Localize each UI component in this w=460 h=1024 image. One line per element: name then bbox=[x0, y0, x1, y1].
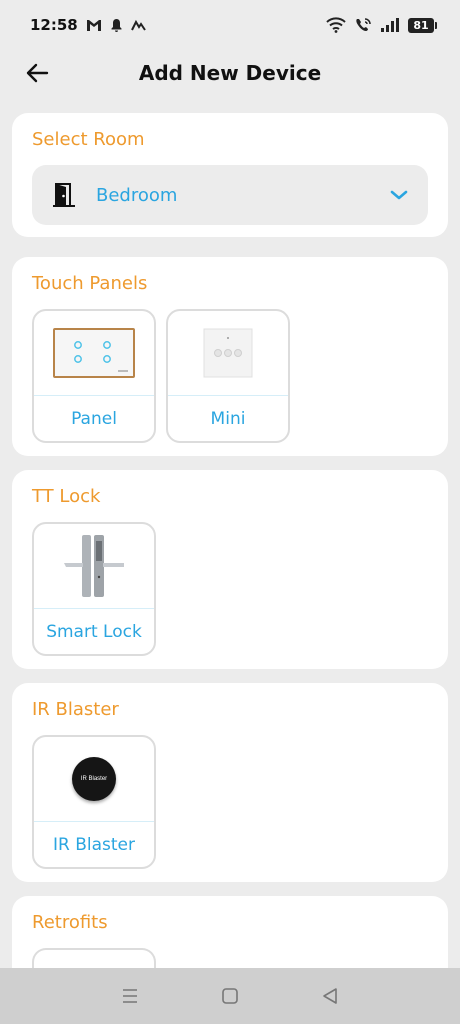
device-tile-panel[interactable]: Panel bbox=[32, 309, 156, 443]
ir-blaster-image-text: IR Blaster bbox=[80, 776, 108, 782]
touch-panels-title: Touch Panels bbox=[32, 273, 148, 294]
ir-blaster-card: IR Blaster IR Blaster IR Blaster bbox=[12, 683, 448, 882]
ir-blaster-title: IR Blaster bbox=[32, 699, 119, 720]
status-left: 12:58 bbox=[30, 16, 147, 34]
touch-panel-image bbox=[34, 311, 154, 396]
back-arrow-icon bbox=[25, 63, 49, 83]
select-room-card: Select Room Bedroom bbox=[12, 113, 448, 237]
wifi-icon bbox=[326, 17, 346, 33]
door-icon bbox=[52, 182, 76, 208]
smart-lock-image bbox=[34, 524, 154, 609]
tile-label: Panel bbox=[71, 408, 117, 429]
room-value: Bedroom bbox=[96, 184, 178, 206]
tile-label: IR Blaster bbox=[52, 834, 135, 855]
wifi-calling-icon bbox=[354, 17, 372, 33]
back-nav-button[interactable] bbox=[315, 981, 345, 1011]
app-icon bbox=[130, 19, 147, 31]
status-time: 12:58 bbox=[30, 16, 78, 34]
page-title: Add New Device bbox=[138, 61, 322, 85]
home-square-icon bbox=[221, 987, 239, 1005]
touch-panels-card: Touch Panels Panel Mini bbox=[12, 257, 448, 456]
signal-icon bbox=[380, 17, 400, 33]
select-room-title: Select Room bbox=[32, 129, 145, 150]
system-nav-bar bbox=[0, 968, 460, 1024]
device-tile-mini[interactable]: Mini bbox=[166, 309, 290, 443]
chevron-down-icon bbox=[390, 189, 408, 201]
menu-button[interactable] bbox=[115, 981, 145, 1011]
battery-icon: 81 bbox=[408, 17, 437, 33]
status-bar: 12:58 81 bbox=[0, 0, 460, 50]
tt-lock-tiles: Smart Lock bbox=[32, 522, 156, 656]
ir-blaster-tiles: IR Blaster IR Blaster bbox=[32, 735, 156, 869]
status-right: 81 bbox=[326, 17, 437, 33]
room-dropdown[interactable]: Bedroom bbox=[32, 165, 428, 225]
home-button[interactable] bbox=[215, 981, 245, 1011]
back-button[interactable] bbox=[22, 58, 52, 88]
gmail-icon bbox=[86, 19, 102, 32]
notification-bell-icon bbox=[110, 18, 123, 32]
back-triangle-icon bbox=[321, 987, 339, 1005]
menu-icon bbox=[121, 988, 139, 1004]
touch-panels-tiles: Panel Mini bbox=[32, 309, 290, 443]
device-tile-smart-lock[interactable]: Smart Lock bbox=[32, 522, 156, 656]
tile-label: Mini bbox=[210, 408, 246, 429]
device-tile-ir-blaster[interactable]: IR Blaster IR Blaster bbox=[32, 735, 156, 869]
tile-label: Smart Lock bbox=[46, 621, 142, 642]
tt-lock-card: TT Lock Smart Lock bbox=[12, 470, 448, 669]
retrofits-title: Retrofits bbox=[32, 912, 108, 933]
mini-panel-image bbox=[168, 311, 288, 396]
tt-lock-title: TT Lock bbox=[32, 486, 101, 507]
app-header: Add New Device bbox=[0, 50, 460, 96]
ir-blaster-image: IR Blaster bbox=[34, 737, 154, 822]
